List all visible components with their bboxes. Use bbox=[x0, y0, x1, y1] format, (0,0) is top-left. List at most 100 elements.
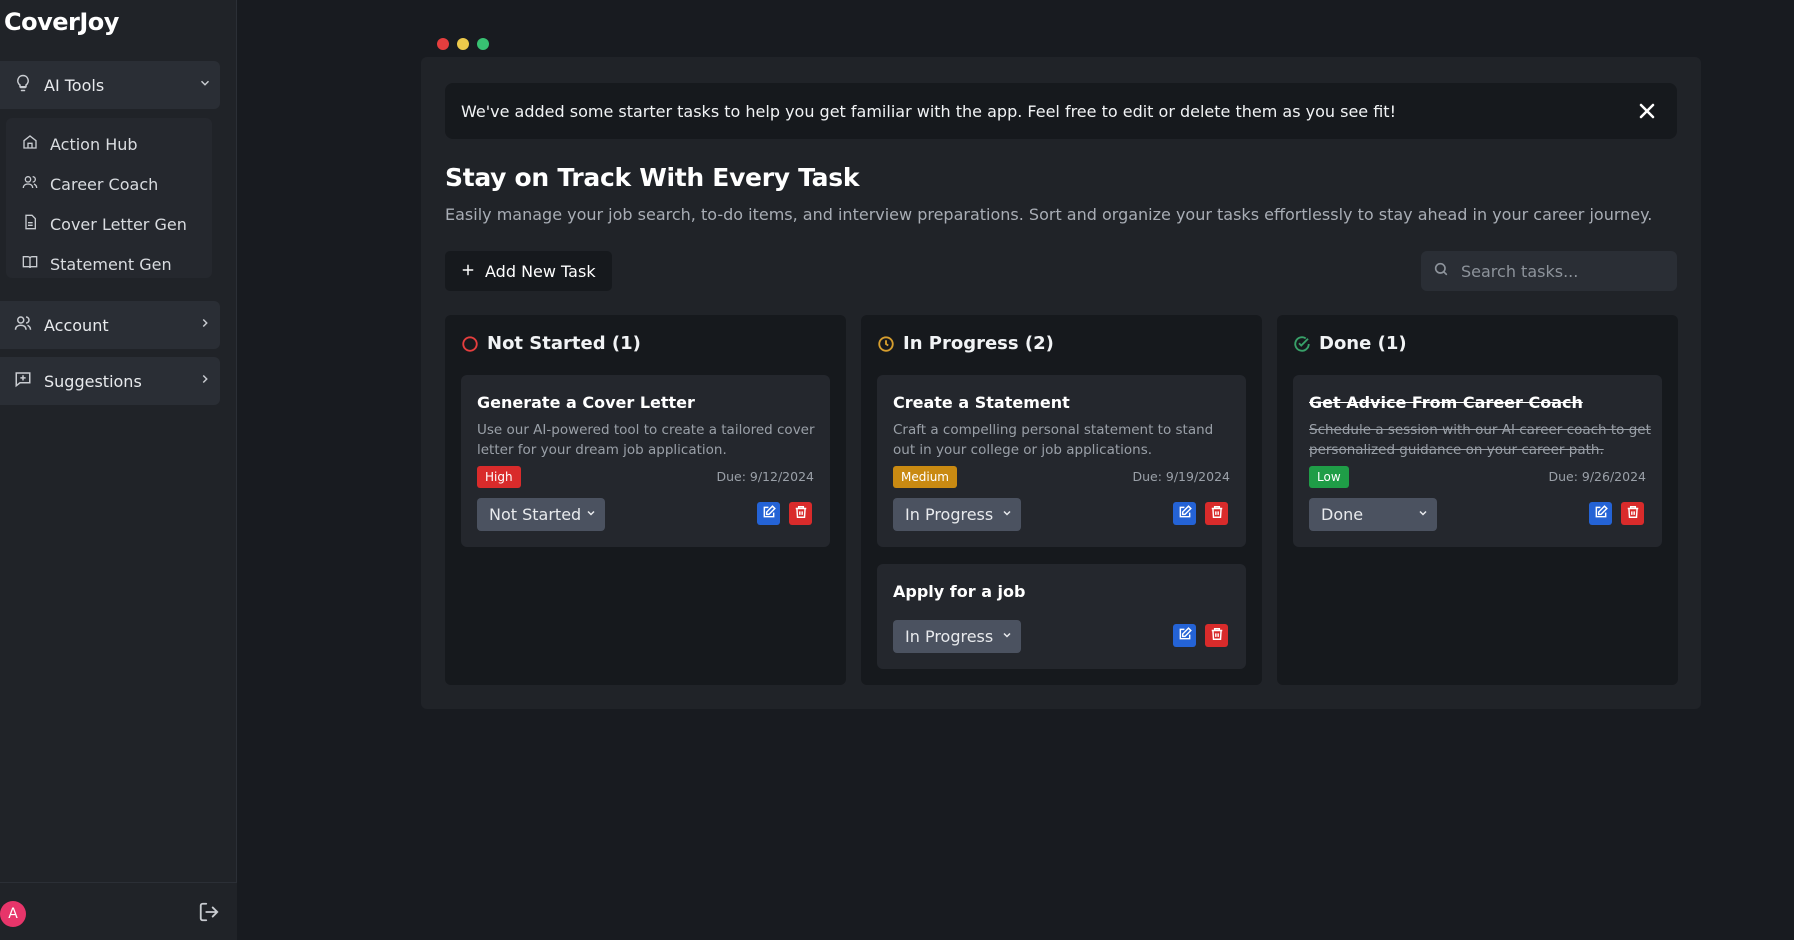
sidebar-item-label: Career Coach bbox=[50, 174, 159, 194]
status-value: Done bbox=[1321, 505, 1364, 524]
chevron-right-icon bbox=[190, 316, 220, 334]
plus-icon bbox=[461, 261, 475, 282]
task-title: Get Advice From Career Coach bbox=[1309, 393, 1583, 412]
page-subtitle: Easily manage your job search, to-do ite… bbox=[445, 205, 1653, 224]
check-circle-icon bbox=[1293, 335, 1311, 353]
chevron-down-icon bbox=[585, 507, 597, 522]
message-plus-icon bbox=[14, 370, 32, 392]
chevron-right-icon bbox=[190, 372, 220, 390]
sidebar-footer: A bbox=[0, 882, 237, 940]
task-description: Craft a compelling personal statement to… bbox=[893, 422, 1214, 458]
task-title: Apply for a job bbox=[893, 582, 1026, 601]
status-select[interactable]: Done bbox=[1309, 498, 1437, 531]
chevron-down-icon bbox=[1001, 629, 1013, 644]
chevron-down-icon bbox=[1001, 507, 1013, 522]
close-dot-icon bbox=[437, 38, 449, 50]
column-header: In Progress (2) bbox=[877, 333, 1054, 354]
users-icon bbox=[14, 314, 32, 336]
add-task-button[interactable]: Add New Task bbox=[445, 251, 612, 291]
column-in-progress: In Progress (2) Create a Statement Craft… bbox=[861, 315, 1262, 685]
sidebar-item-cover-letter-gen[interactable]: Cover Letter Gen bbox=[6, 204, 212, 244]
task-description: Use our AI-powered tool to create a tail… bbox=[477, 422, 815, 458]
column-not-started: Not Started (1) Generate a Cover Letter … bbox=[445, 315, 846, 685]
edit-button[interactable] bbox=[757, 502, 780, 525]
column-header: Not Started (1) bbox=[461, 333, 641, 354]
priority-badge: Low bbox=[1309, 466, 1349, 488]
edit-icon bbox=[1178, 626, 1192, 645]
search-icon bbox=[1433, 261, 1449, 281]
home-icon bbox=[22, 134, 38, 154]
chevron-down-icon bbox=[1417, 507, 1429, 522]
ai-tools-submenu: Action Hub Career Coach Cover Letter Gen… bbox=[6, 118, 212, 278]
priority-badge: Medium bbox=[893, 466, 957, 488]
brand-logo[interactable]: CoverJoy bbox=[4, 8, 119, 36]
sidebar-item-career-coach[interactable]: Career Coach bbox=[6, 164, 212, 204]
delete-button[interactable] bbox=[789, 502, 812, 525]
sidebar-item-label: Statement Gen bbox=[50, 254, 172, 274]
users-icon bbox=[22, 174, 38, 194]
page-title: Stay on Track With Every Task bbox=[445, 163, 860, 192]
edit-button[interactable] bbox=[1173, 502, 1196, 525]
circle-icon bbox=[461, 335, 479, 353]
lightbulb-icon bbox=[14, 74, 32, 96]
edit-icon bbox=[1178, 504, 1192, 523]
edit-icon bbox=[1594, 504, 1608, 523]
status-value: Not Started bbox=[489, 505, 582, 524]
delete-button[interactable] bbox=[1621, 502, 1644, 525]
book-icon bbox=[22, 254, 38, 274]
search-input[interactable] bbox=[1461, 261, 1661, 281]
edit-button[interactable] bbox=[1173, 624, 1196, 647]
sidebar-item-label: Action Hub bbox=[50, 134, 138, 154]
status-select[interactable]: In Progress bbox=[893, 620, 1021, 653]
status-value: In Progress bbox=[905, 505, 994, 524]
sidebar-item-action-hub[interactable]: Action Hub bbox=[6, 124, 212, 164]
column-done: Done (1) Get Advice From Career Coach Sc… bbox=[1277, 315, 1678, 685]
starter-notice: We've added some starter tasks to help y… bbox=[445, 83, 1677, 139]
trash-icon bbox=[1210, 504, 1224, 523]
search-box bbox=[1421, 251, 1677, 291]
document-icon bbox=[22, 214, 38, 234]
sidebar-item-statement-gen[interactable]: Statement Gen bbox=[6, 244, 212, 284]
trash-icon bbox=[1626, 504, 1640, 523]
clock-icon bbox=[877, 335, 895, 353]
column-header: Done (1) bbox=[1293, 333, 1407, 354]
due-date: Due: 9/12/2024 bbox=[716, 469, 814, 484]
task-card: Generate a Cover Letter Use our AI-power… bbox=[461, 375, 830, 547]
add-task-label: Add New Task bbox=[485, 261, 596, 281]
notice-text: We've added some starter tasks to help y… bbox=[461, 101, 1396, 121]
maximize-dot-icon bbox=[477, 38, 489, 50]
nav-account[interactable]: Account bbox=[0, 301, 220, 349]
chevron-down-icon bbox=[190, 76, 220, 94]
status-value: In Progress bbox=[905, 627, 994, 646]
close-icon[interactable] bbox=[1635, 99, 1659, 123]
due-date: Due: 9/26/2024 bbox=[1548, 469, 1646, 484]
task-card: Apply for a job In Progress bbox=[877, 564, 1246, 669]
task-card: Get Advice From Career Coach Schedule a … bbox=[1293, 375, 1662, 547]
due-date: Due: 9/19/2024 bbox=[1132, 469, 1230, 484]
priority-badge: High bbox=[477, 466, 521, 488]
status-select[interactable]: In Progress bbox=[893, 498, 1021, 531]
logout-icon[interactable] bbox=[198, 901, 222, 925]
sidebar: CoverJoy AI Tools Action Hub Career Coac… bbox=[0, 0, 237, 940]
column-title: Done (1) bbox=[1319, 333, 1407, 354]
nav-suggestions-label: Suggestions bbox=[44, 371, 142, 391]
task-title: Generate a Cover Letter bbox=[477, 393, 695, 412]
nav-ai-tools-label: AI Tools bbox=[44, 75, 105, 95]
trash-icon bbox=[1210, 626, 1224, 645]
status-select[interactable]: Not Started bbox=[477, 498, 605, 531]
minimize-dot-icon bbox=[457, 38, 469, 50]
sidebar-item-label: Cover Letter Gen bbox=[50, 214, 187, 234]
task-description: Schedule a session with our AI career co… bbox=[1309, 422, 1651, 458]
delete-button[interactable] bbox=[1205, 624, 1228, 647]
task-title: Create a Statement bbox=[893, 393, 1070, 412]
nav-account-label: Account bbox=[44, 315, 109, 335]
edit-icon bbox=[762, 504, 776, 523]
window-controls bbox=[437, 38, 489, 50]
task-card: Create a Statement Craft a compelling pe… bbox=[877, 375, 1246, 547]
avatar[interactable]: A bbox=[0, 901, 26, 927]
nav-suggestions[interactable]: Suggestions bbox=[0, 357, 220, 405]
delete-button[interactable] bbox=[1205, 502, 1228, 525]
column-title: Not Started (1) bbox=[487, 333, 641, 354]
edit-button[interactable] bbox=[1589, 502, 1612, 525]
nav-ai-tools[interactable]: AI Tools bbox=[0, 61, 220, 109]
